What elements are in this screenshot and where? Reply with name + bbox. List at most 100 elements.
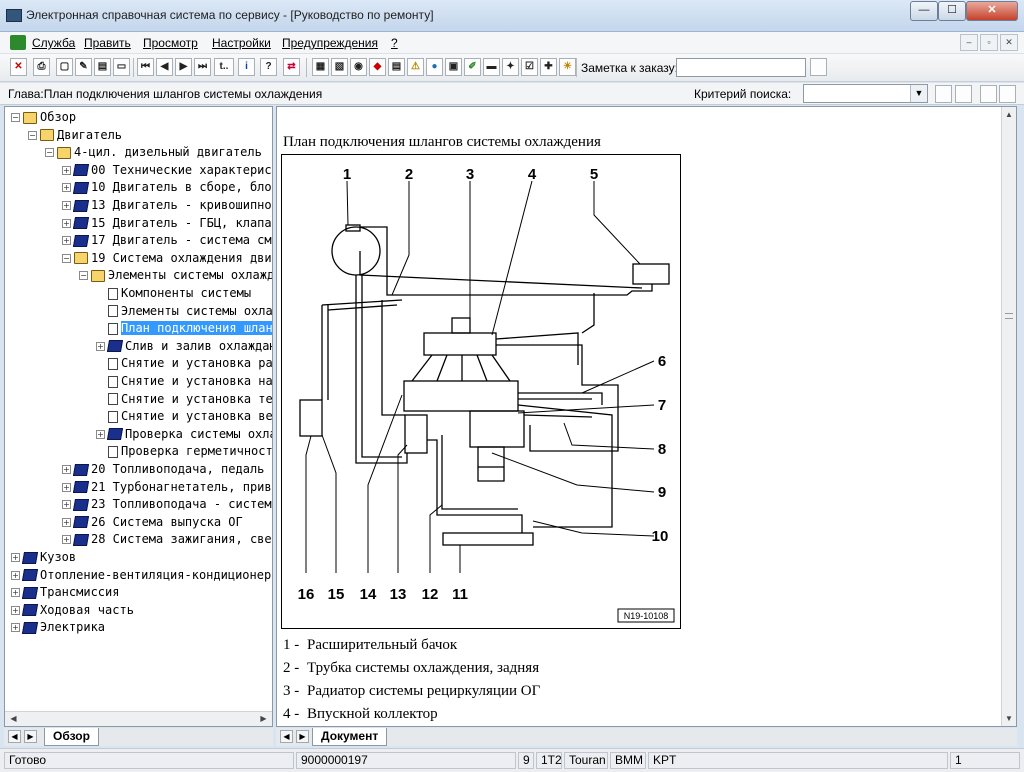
tree-item[interactable]: Элементы системы охлаждения	[96, 303, 272, 320]
menu-warnings[interactable]: Предупреждения	[282, 36, 378, 50]
catalog-icon[interactable]: ▤	[388, 58, 405, 76]
vehicle-icon[interactable]: ▬	[483, 58, 500, 76]
expand-icon[interactable]: +	[62, 500, 71, 510]
expand-icon[interactable]: +	[11, 570, 20, 580]
pen-icon[interactable]: ✐	[464, 58, 481, 76]
scroll-left-icon[interactable]: ◀	[7, 713, 20, 725]
mdi-minimize-button[interactable]: –	[960, 34, 978, 51]
collapse-icon[interactable]: −	[79, 271, 88, 281]
expand-icon[interactable]: +	[11, 623, 20, 633]
scrollbar-grip[interactable]	[1005, 313, 1013, 319]
tree-item[interactable]: План подключения шлангов	[96, 320, 272, 337]
tree-item[interactable]: +13 Двигатель - кривошипно	[62, 197, 272, 214]
help-icon[interactable]: ?	[260, 58, 277, 76]
scroll-down-icon[interactable]: ▼	[1003, 712, 1015, 725]
tree-item[interactable]: + Ходовая часть	[11, 602, 134, 619]
light-icon[interactable]: ☀	[559, 58, 576, 76]
tab-overview[interactable]: Обзор	[44, 728, 99, 746]
expand-icon[interactable]: +	[62, 517, 71, 527]
print-icon[interactable]: ⎙	[33, 58, 50, 76]
previous-page-icon[interactable]: ◀	[156, 58, 173, 76]
align-left-icon[interactable]	[980, 85, 997, 103]
tree-item[interactable]: Снятие и установка термостата	[96, 391, 272, 408]
expand-icon[interactable]: +	[62, 165, 71, 175]
goto-icon[interactable]: t..	[214, 58, 234, 76]
car-icon[interactable]: ▭	[113, 58, 130, 76]
checklist-icon[interactable]: ☑	[521, 58, 538, 76]
tree-item[interactable]: +00 Технические характеристики	[62, 162, 272, 179]
tree-item[interactable]: +21 Турбонагнетатель, привод	[62, 479, 272, 496]
table-icon[interactable]: ▧	[331, 58, 348, 76]
warning-icon[interactable]: ⚠	[407, 58, 424, 76]
vertical-scrollbar[interactable]: ▲ ▼	[1001, 107, 1016, 726]
tab-document[interactable]: Документ	[312, 728, 388, 746]
list-icon[interactable]: ▤	[94, 58, 111, 76]
tree-item[interactable]: − 19 Система охлаждения двигателя	[62, 250, 272, 267]
menu-edit[interactable]: Править	[84, 36, 131, 50]
tree-item[interactable]: + Слив и залив охлаждающей	[96, 338, 272, 355]
last-page-icon[interactable]: ⏭	[194, 58, 211, 76]
tab-next-icon[interactable]: ▶	[24, 730, 37, 743]
engine-icon[interactable]: ◉	[350, 58, 367, 76]
note-edit-icon[interactable]	[810, 58, 827, 76]
expand-icon[interactable]: +	[62, 482, 71, 492]
next-page-icon[interactable]: ▶	[175, 58, 192, 76]
search-icon[interactable]	[935, 85, 952, 103]
tree-item[interactable]: Снятие и установка радиатора	[96, 355, 272, 372]
tree-item[interactable]: − Обзор	[11, 109, 76, 126]
new-document-icon[interactable]: ▢	[56, 58, 73, 76]
tree-item[interactable]: − 4-цил. дизельный двигатель	[45, 144, 262, 161]
scroll-right-icon[interactable]: ▶	[257, 713, 270, 725]
tools-icon[interactable]: ✦	[502, 58, 519, 76]
tree-item[interactable]: Снятие и установка насоса	[96, 373, 272, 390]
tree-item[interactable]: + Отопление-вентиляция-кондиционер	[11, 567, 271, 584]
first-page-icon[interactable]: ⏮	[137, 58, 154, 76]
expand-icon[interactable]: +	[62, 201, 71, 210]
document-icon[interactable]: ▦	[312, 58, 329, 76]
tree-item[interactable]: +15 Двигатель - ГБЦ, клапаны	[62, 215, 272, 232]
expand-icon[interactable]: +	[62, 236, 71, 246]
add-icon[interactable]: ✚	[540, 58, 557, 76]
order-note-input[interactable]	[676, 58, 806, 77]
tree-item[interactable]: − Элементы системы охлаждения	[79, 267, 272, 284]
collapse-icon[interactable]: −	[11, 113, 20, 122]
tree-item[interactable]: +23 Топливоподача - система	[62, 496, 272, 513]
menu-view[interactable]: Просмотр	[143, 36, 198, 50]
tree-item[interactable]: +17 Двигатель - система смазки	[62, 232, 272, 249]
mdi-restore-button[interactable]: ▫	[980, 34, 998, 51]
menu-settings[interactable]: Настройки	[212, 36, 271, 50]
collapse-icon[interactable]: −	[28, 130, 37, 140]
search-criteria-select[interactable]: ▼	[803, 84, 928, 103]
tree-item[interactable]: +20 Топливоподача, педаль	[62, 461, 264, 478]
expand-icon[interactable]: +	[11, 553, 20, 562]
tab-next-icon[interactable]: ▶	[296, 730, 309, 743]
tree-item[interactable]: + Электрика	[11, 619, 105, 636]
tree-item[interactable]: +10 Двигатель в сборе, блок	[62, 179, 272, 196]
tab-prev-icon[interactable]: ◀	[280, 730, 293, 743]
switch-icon[interactable]: ⇄	[283, 58, 300, 76]
minimize-button[interactable]: —	[910, 1, 938, 21]
globe-icon[interactable]: ●	[426, 58, 443, 76]
chevron-down-icon[interactable]: ▼	[910, 85, 927, 102]
scroll-up-icon[interactable]: ▲	[1003, 108, 1015, 121]
tree-item[interactable]: +26 Система выпуска ОГ	[62, 514, 243, 531]
save-icon[interactable]: ▣	[445, 58, 462, 76]
delete-icon[interactable]: ✕	[10, 58, 27, 76]
expand-icon[interactable]: +	[96, 341, 105, 351]
expand-icon[interactable]: +	[62, 465, 71, 474]
expand-icon[interactable]: +	[96, 429, 105, 439]
menu-service[interactable]: Служба	[32, 36, 75, 50]
mdi-close-button[interactable]: ✕	[1000, 34, 1018, 51]
tree-item[interactable]: Проверка герметичности	[96, 443, 272, 460]
maximize-button[interactable]: ☐	[938, 1, 966, 21]
tree-item[interactable]: + Трансмиссия	[11, 584, 119, 601]
diamond-icon[interactable]: ◆	[369, 58, 386, 76]
close-button[interactable]: ✕	[966, 1, 1018, 21]
edit-note-icon[interactable]: ✎	[75, 58, 92, 76]
collapse-icon[interactable]: −	[45, 148, 54, 158]
expand-icon[interactable]: +	[11, 588, 20, 598]
search-next-icon[interactable]	[955, 85, 972, 103]
tree-item[interactable]: + Кузов	[11, 549, 76, 566]
expand-icon[interactable]: +	[62, 183, 71, 193]
collapse-icon[interactable]: −	[62, 253, 71, 263]
